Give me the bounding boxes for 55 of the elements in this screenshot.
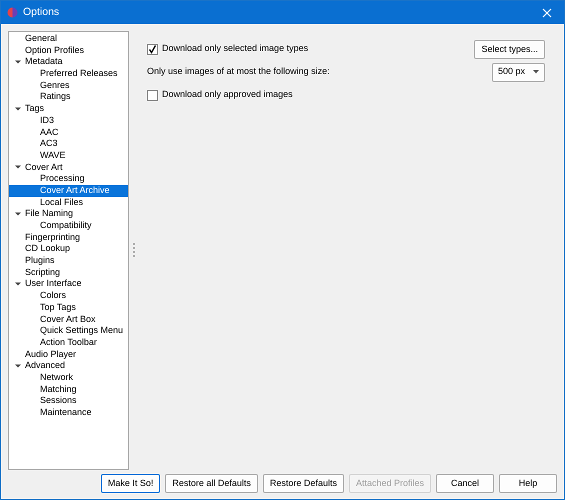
tree-item[interactable]: ID3 <box>9 114 128 126</box>
size-label: Only use images of at most the following size: <box>147 65 330 78</box>
tree-item[interactable]: Plugins <box>9 255 128 267</box>
tree-item[interactable]: Quick Settings Menu <box>9 325 128 337</box>
tree-item[interactable]: Scripting <box>9 266 128 278</box>
size-dropdown[interactable]: 500 px <box>492 62 545 82</box>
expand-arrow-icon[interactable] <box>14 164 20 170</box>
tree-item[interactable]: Genres <box>9 80 128 92</box>
dropdown-arrow-icon <box>533 70 539 74</box>
tree-item[interactable]: Processing <box>9 173 128 185</box>
expand-arrow-icon[interactable] <box>14 59 20 66</box>
dialog-button[interactable]: Make It So! <box>100 474 160 493</box>
select-types-button[interactable]: Select types... <box>474 40 545 58</box>
tree-item[interactable]: AC3 <box>9 138 128 150</box>
tree-item[interactable]: AAC <box>9 126 128 138</box>
checkbox-label[interactable]: Download only selected image types <box>162 42 308 56</box>
tree-item[interactable]: CD Lookup <box>9 243 128 256</box>
tree-item[interactable]: File Naming <box>9 208 128 220</box>
expand-arrow-icon[interactable] <box>14 281 20 288</box>
tree-item[interactable]: Metadata <box>9 56 128 68</box>
tree-item[interactable]: Colors <box>9 290 128 302</box>
splitter-handle-icon[interactable] <box>132 243 134 257</box>
dialog-button[interactable]: Restore all Defaults <box>165 474 258 493</box>
tree-item[interactable]: Top Tags <box>9 302 128 314</box>
tree-item[interactable]: Matching <box>9 384 128 396</box>
tree-item[interactable]: Cover Art <box>9 162 128 174</box>
tree-item[interactable]: Sessions <box>9 395 128 407</box>
dialog-button[interactable]: Help <box>499 474 557 493</box>
checkbox[interactable] <box>147 44 158 54</box>
window-title: Options <box>23 4 60 20</box>
tree-item[interactable]: General <box>9 33 128 45</box>
tree-item[interactable]: Fingerprinting <box>9 232 128 244</box>
tree-item[interactable]: Local Files <box>9 196 128 208</box>
checkbox[interactable] <box>147 90 158 100</box>
tree-item[interactable]: Preferred Releases <box>9 68 128 80</box>
tree-item[interactable]: Cover Art Archive <box>9 184 128 197</box>
tree-item[interactable]: Option Profiles <box>9 44 128 56</box>
tree-item[interactable]: Audio Player <box>9 348 128 360</box>
expand-arrow-icon[interactable] <box>14 211 20 218</box>
tree-item[interactable]: Network <box>9 372 128 384</box>
expand-arrow-icon[interactable] <box>14 106 20 112</box>
checkbox-label[interactable]: Download only approved images <box>162 88 293 102</box>
expand-arrow-icon[interactable] <box>14 363 20 370</box>
tree-item[interactable]: User Interface <box>9 278 128 290</box>
dialog-button[interactable]: Cancel <box>436 474 494 493</box>
tree-item[interactable]: WAVE <box>9 150 128 162</box>
tree-item[interactable]: Action Toolbar <box>9 336 128 349</box>
tree-item[interactable]: Compatibility <box>9 220 128 232</box>
tree-item[interactable]: Tags <box>9 103 128 115</box>
tree-item[interactable]: Ratings <box>9 91 128 104</box>
dialog-button[interactable]: Restore Defaults <box>262 474 344 493</box>
tree-item[interactable]: Maintenance <box>9 407 128 419</box>
tree-item[interactable]: Advanced <box>9 360 128 372</box>
tree-item[interactable]: Cover Art Box <box>9 314 128 326</box>
app-logo-icon <box>7 7 18 18</box>
